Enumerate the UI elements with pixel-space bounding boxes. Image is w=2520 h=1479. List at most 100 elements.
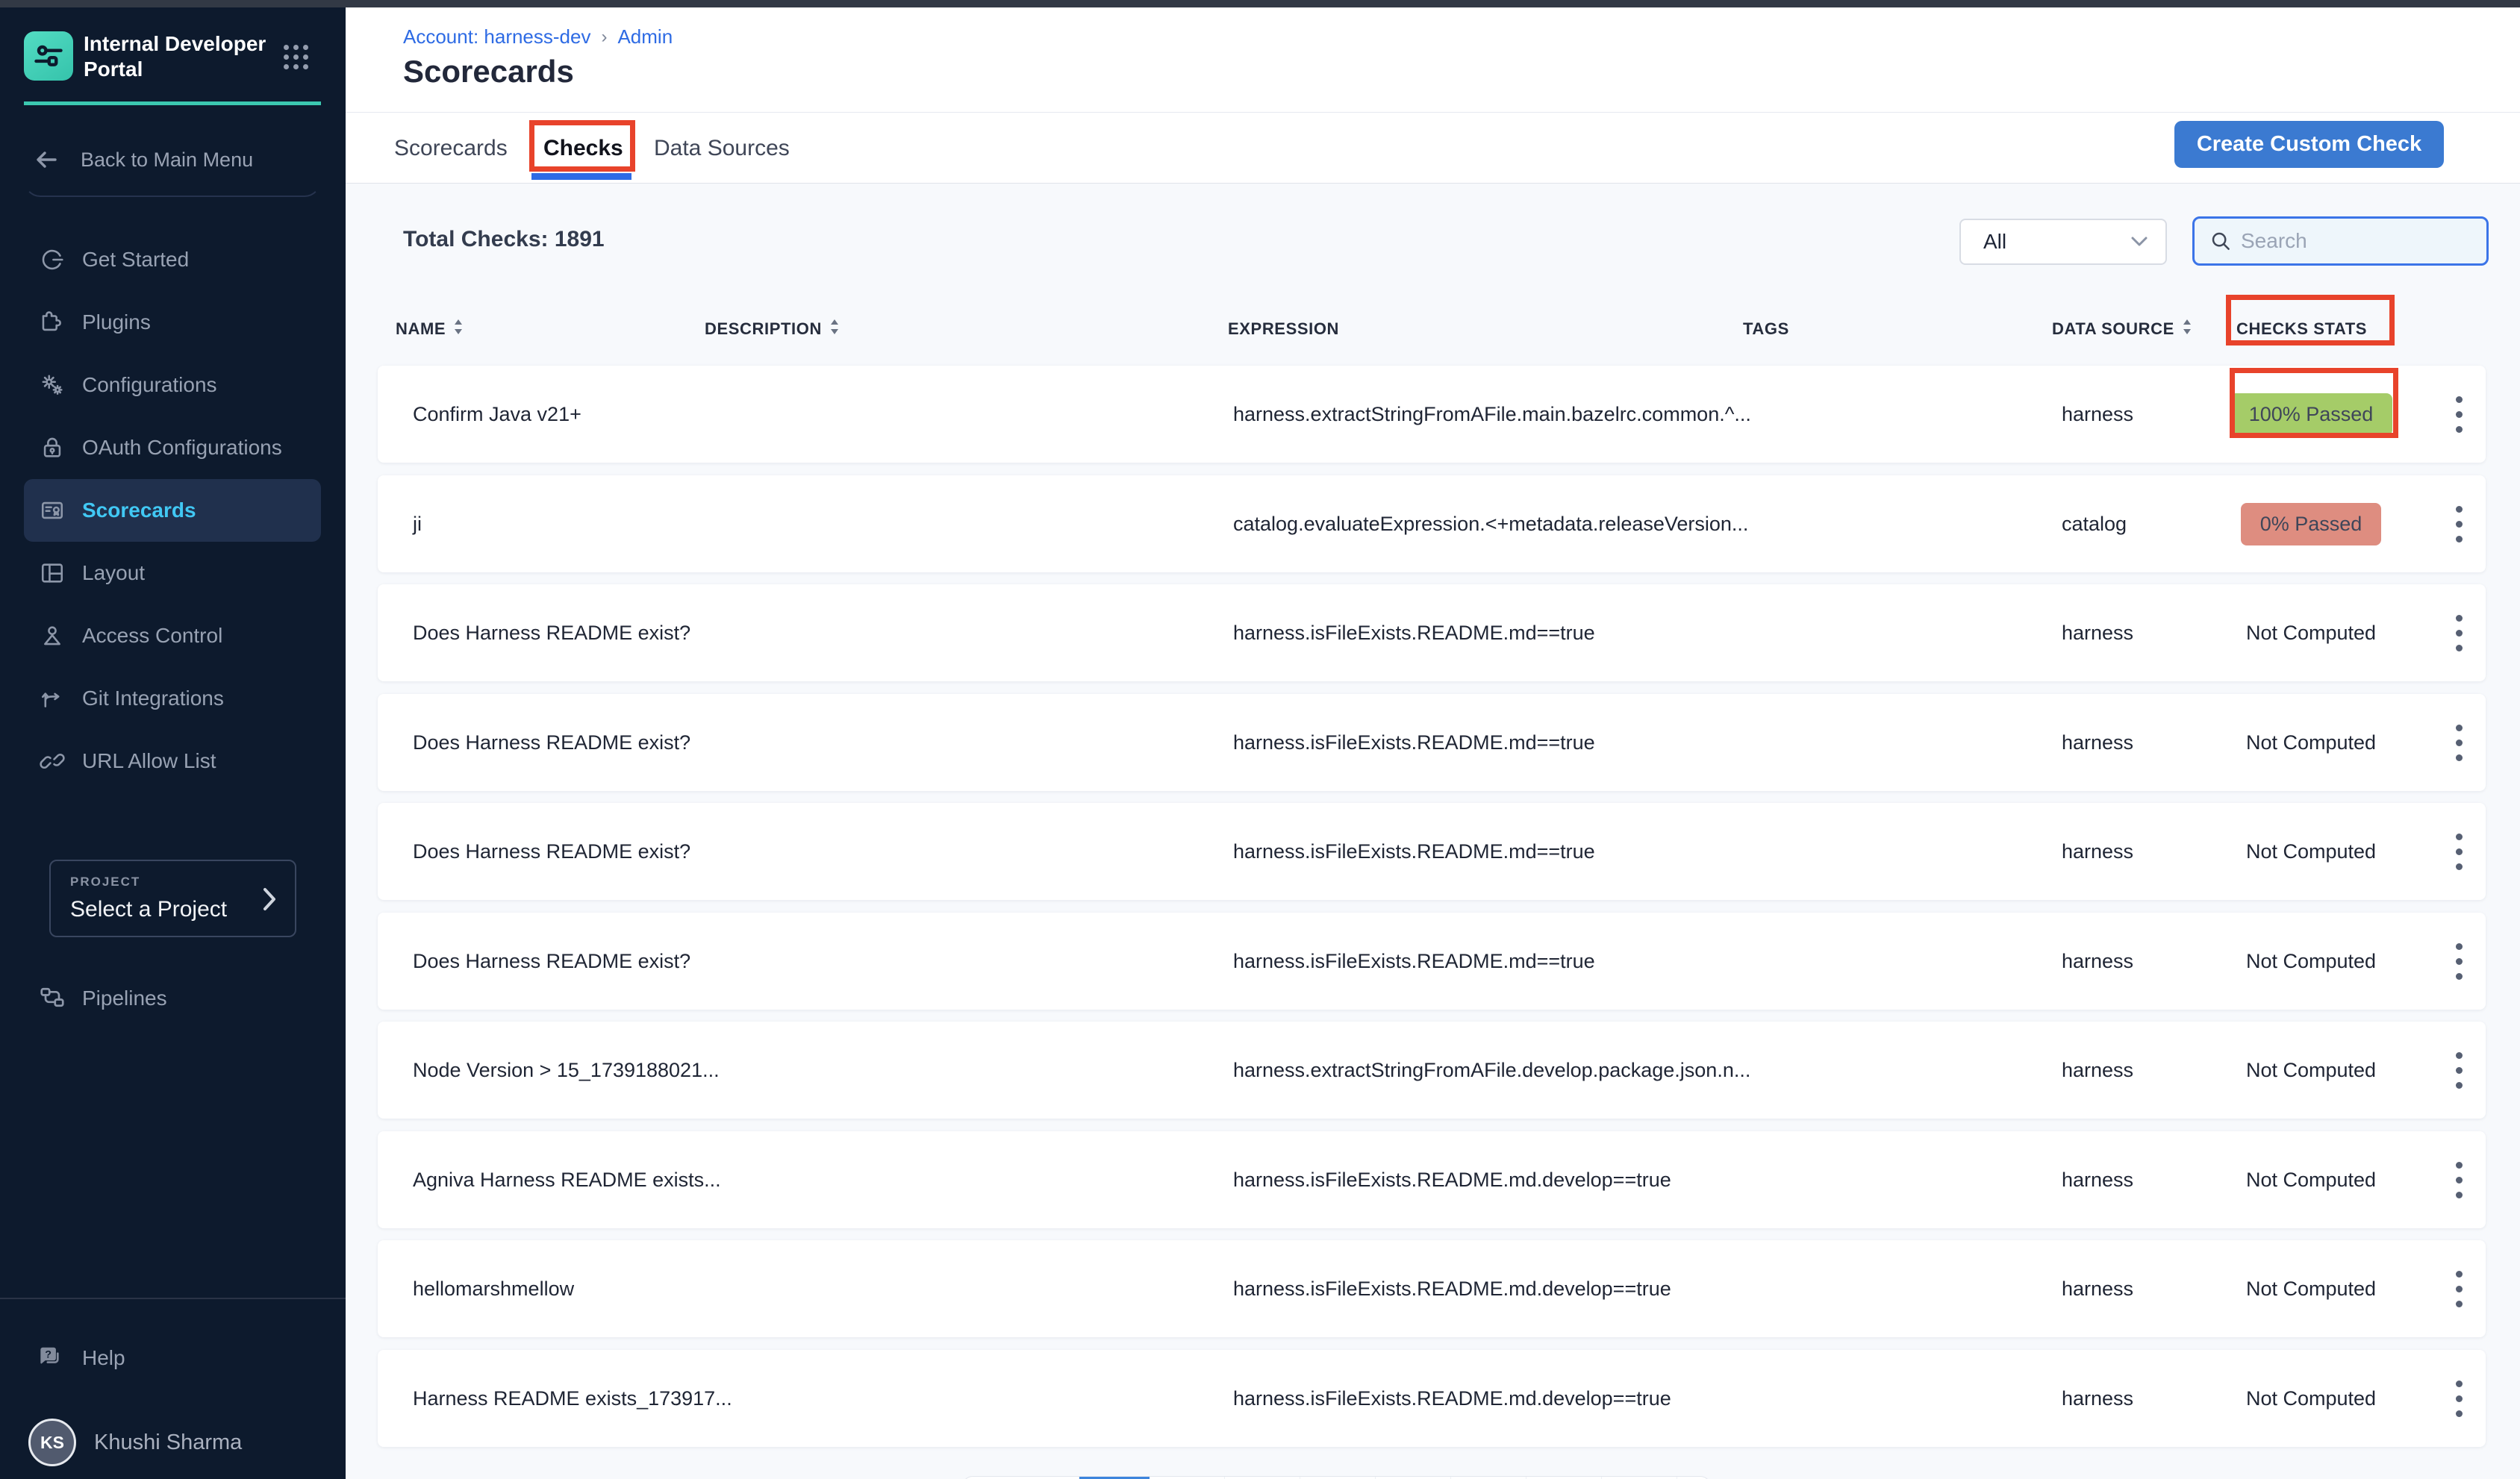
check-data-source: harness <box>2062 1131 2133 1228</box>
avatar: KS <box>28 1419 76 1466</box>
sort-icon[interactable] <box>829 318 840 340</box>
row-menu-kebab-icon[interactable] <box>2442 475 2475 572</box>
project-label: Select a Project <box>70 897 227 922</box>
sidebar-item-label: Plugins <box>82 310 151 334</box>
table-row: Does Harness README exist? harness.isFile… <box>378 694 2486 791</box>
sidebar-item-git-integrations[interactable]: Git Integrations <box>24 667 321 730</box>
sidebar-item-scorecards[interactable]: Scorecards <box>24 479 321 542</box>
status-badge: 0% Passed <box>2241 503 2382 545</box>
row-menu-kebab-icon[interactable] <box>2442 1350 2475 1447</box>
table-row: Does Harness README exist? harness.isFile… <box>378 584 2486 681</box>
check-name: Does Harness README exist? <box>413 584 690 681</box>
layout-icon <box>39 560 66 587</box>
help-button[interactable]: ? Help <box>24 1328 321 1388</box>
column-header-expression: EXPRESSION <box>1228 296 1339 363</box>
check-expression: harness.isFileExists.README.md==true <box>1233 584 1595 681</box>
user-menu[interactable]: KS Khushi Sharma <box>24 1409 321 1476</box>
git-branch-icon <box>39 685 66 712</box>
row-menu-kebab-icon[interactable] <box>2442 1022 2475 1119</box>
sort-icon[interactable] <box>2182 318 2192 340</box>
sidebar-item-label: Configurations <box>82 373 217 397</box>
check-name: Node Version > 15_1739188021... <box>413 1022 720 1119</box>
breadcrumb-account-link[interactable]: Account: harness-dev <box>403 25 590 49</box>
search-input[interactable] <box>2241 229 2479 253</box>
back-arrow-icon <box>34 148 64 171</box>
create-custom-check-button[interactable]: Create Custom Check <box>2174 121 2444 168</box>
project-selector[interactable]: PROJECT Select a Project <box>49 860 296 937</box>
check-expression: harness.extractStringFromAFile.develop.p… <box>1233 1022 1750 1119</box>
tab-scorecards[interactable]: Scorecards <box>394 113 508 184</box>
pipelines-label: Pipelines <box>82 986 167 1010</box>
check-data-source: harness <box>2062 803 2133 900</box>
row-menu-kebab-icon[interactable] <box>2442 694 2475 791</box>
sort-icon[interactable] <box>453 318 464 340</box>
sidebar-item-label: Git Integrations <box>82 687 224 710</box>
window-top-strip <box>0 0 2520 7</box>
stats-text: Not Computed <box>2246 622 2376 645</box>
column-header-name[interactable]: NAME <box>396 296 464 363</box>
check-stats: Not Computed <box>2221 694 2401 791</box>
check-name: Agniva Harness README exists... <box>413 1131 721 1228</box>
check-stats: Not Computed <box>2221 1131 2401 1228</box>
sidebar-item-access-control[interactable]: Access Control <box>24 604 321 667</box>
sidebar-item-url-allow-list[interactable]: URL Allow List <box>24 730 321 792</box>
tab-data-sources[interactable]: Data Sources <box>654 113 790 184</box>
row-menu-kebab-icon[interactable] <box>2442 803 2475 900</box>
active-tab-underline <box>531 173 631 180</box>
breadcrumb-separator: › <box>601 27 607 48</box>
row-menu-kebab-icon[interactable] <box>2442 584 2475 681</box>
project-eyebrow: PROJECT <box>70 875 140 889</box>
stats-text: Not Computed <box>2246 840 2376 863</box>
sidebar-item-pipelines[interactable]: Pipelines <box>24 967 321 1030</box>
row-menu-kebab-icon[interactable] <box>2442 1240 2475 1337</box>
column-header-data-source[interactable]: DATA SOURCE <box>2052 296 2192 363</box>
row-menu-kebab-icon[interactable] <box>2442 913 2475 1010</box>
svg-text:?: ? <box>45 1348 52 1360</box>
check-data-source: catalog <box>2062 475 2127 572</box>
sidebar-item-label: Access Control <box>82 624 222 648</box>
brand: Internal Developer Portal <box>24 31 322 85</box>
check-expression: harness.isFileExists.README.md.develop==… <box>1233 1350 1671 1447</box>
puzzle-icon <box>39 309 66 336</box>
page-title: Scorecards <box>403 54 574 90</box>
sidebar-item-get-started[interactable]: Get Started <box>24 228 321 291</box>
sidebar-item-layout[interactable]: Layout <box>24 542 321 604</box>
help-chat-icon: ? <box>36 1344 64 1372</box>
breadcrumb-admin-link[interactable]: Admin <box>617 25 673 49</box>
status-badge: 100% Passed <box>2230 393 2393 436</box>
pipeline-icon <box>39 985 66 1012</box>
stats-text: Not Computed <box>2246 1278 2376 1301</box>
column-header-label: TAGS <box>1743 319 1789 339</box>
filter-dropdown[interactable]: All <box>1959 219 2167 265</box>
check-data-source: harness <box>2062 584 2133 681</box>
row-menu-kebab-icon[interactable] <box>2442 366 2475 463</box>
column-header-checks-stats: CHECKS STATS <box>2236 296 2367 363</box>
sidebar: Internal Developer Portal Back to Main M… <box>0 7 346 1479</box>
table-row: jicatalog.evaluateExpression.<+metadata.… <box>378 475 2486 572</box>
sidebar-item-configurations[interactable]: Configurations <box>24 354 321 416</box>
sidebar-item-plugins[interactable]: Plugins <box>24 291 321 354</box>
check-name: Does Harness README exist? <box>413 694 690 791</box>
sidebar-bottom-divider <box>0 1298 346 1299</box>
check-stats: 0% Passed <box>2221 475 2401 572</box>
person-icon <box>39 622 66 649</box>
column-header-description[interactable]: DESCRIPTION <box>705 296 840 363</box>
column-header-label: EXPRESSION <box>1228 319 1339 339</box>
filter-dropdown-value: All <box>1983 230 2131 254</box>
main-area: Account: harness-dev › Admin Scorecards … <box>346 7 2520 1479</box>
check-data-source: harness <box>2062 1240 2133 1337</box>
check-expression: harness.isFileExists.README.md==true <box>1233 694 1595 791</box>
check-expression: catalog.evaluateExpression.<+metadata.re… <box>1233 475 1748 572</box>
table-row: Does Harness README exist?harness.isFile… <box>378 803 2486 900</box>
column-header-label: CHECKS STATS <box>2236 319 2367 339</box>
chevron-right-icon <box>261 887 278 912</box>
check-stats: Not Computed <box>2221 1350 2401 1447</box>
link-icon <box>39 748 66 775</box>
row-menu-kebab-icon[interactable] <box>2442 1131 2475 1228</box>
lock-icon <box>39 434 66 461</box>
sidebar-item-oauth-configurations[interactable]: OAuth Configurations <box>24 416 321 479</box>
back-label: Back to Main Menu <box>81 148 253 172</box>
total-checks-label: Total Checks: 1891 <box>403 227 605 252</box>
apps-grid-icon[interactable] <box>284 45 309 70</box>
scorecard-icon <box>39 497 66 524</box>
